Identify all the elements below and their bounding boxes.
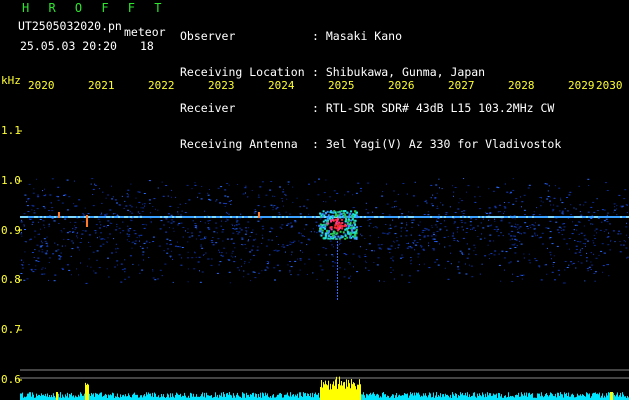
filename: UT2505032020.pn [18, 19, 122, 33]
signal-strength-bars [20, 376, 629, 400]
observer-value: : Masaki Kano [312, 29, 403, 43]
freq-tick: 1.1 [1, 124, 21, 137]
y-unit-label: kHz [1, 74, 21, 87]
time-tick: 2020 [28, 79, 54, 92]
freq-tick: 0.7 [1, 323, 21, 336]
time-tick: 2022 [148, 79, 174, 92]
event-count: 18 [140, 39, 154, 53]
freq-tick: 0.9 [1, 224, 21, 237]
minor-echo [258, 212, 260, 218]
location-value: : Shibukawa, Gunma, Japan [312, 65, 486, 79]
time-tick: 2029 [568, 79, 594, 92]
station-name: H R O F F T [22, 1, 168, 15]
class-label: meteor [124, 25, 166, 39]
datetime: 25.05.03 20:20 [20, 39, 117, 53]
minor-echo [86, 215, 88, 227]
time-tick: 2023 [208, 79, 234, 92]
time-tick: 2026 [388, 79, 414, 92]
receiver-value: : RTL-SDR SDR# 43dB L15 103.2MHz CW [312, 101, 555, 115]
time-tick: 2024 [268, 79, 294, 92]
time-tick: 2025 [328, 79, 354, 92]
freq-tick: 0.8 [1, 273, 21, 286]
freq-tick: 1.0 [1, 174, 21, 187]
time-tick: 2030 [596, 79, 623, 92]
antenna-label: Receiving Antenna [180, 137, 298, 151]
time-tick: 2028 [508, 79, 534, 92]
time-tick: 2021 [88, 79, 114, 92]
freq-tick: 0.6 [1, 373, 21, 386]
antenna-value: : 3el Yagi(V) Az 330 for Vladivostok [312, 137, 562, 151]
location-label: Receiving Location [180, 65, 305, 79]
observer-label: Observer [180, 29, 236, 43]
time-tick: 2027 [448, 79, 474, 92]
minor-echo [58, 212, 60, 218]
receiver-label: Receiver [180, 101, 236, 115]
noise-band [20, 178, 629, 284]
